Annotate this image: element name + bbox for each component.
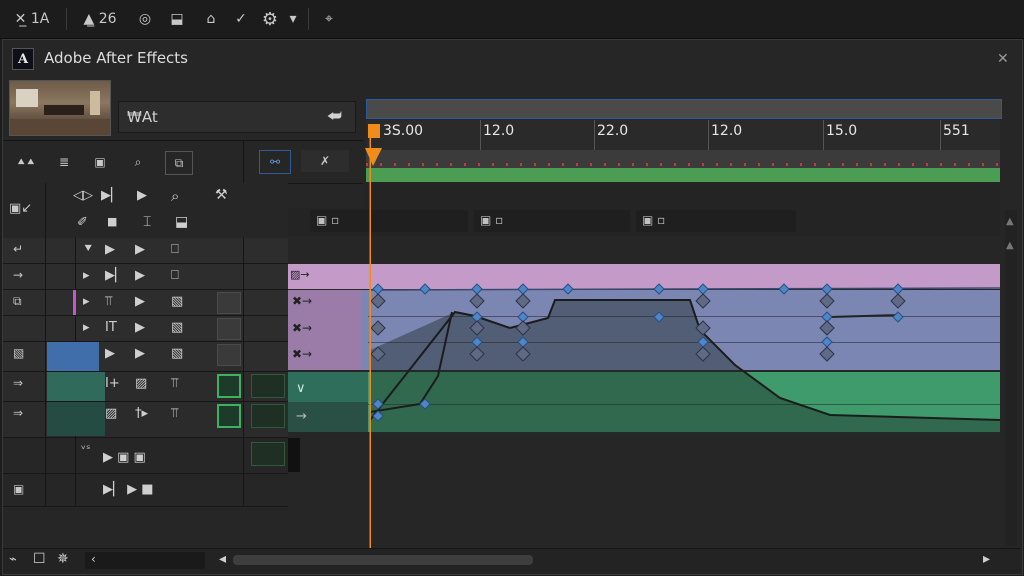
- value-line: [369, 287, 1001, 291]
- horizontal-scrollbar[interactable]: [233, 555, 533, 565]
- keyframe-icon[interactable]: [471, 283, 483, 295]
- playhead-head-icon[interactable]: [365, 148, 382, 166]
- keyframe-icon[interactable]: [562, 283, 574, 295]
- keyframe-icon[interactable]: [778, 283, 790, 295]
- keyframe-icon[interactable]: [469, 293, 485, 309]
- keyframe-icon[interactable]: [819, 293, 835, 309]
- keyframe-icon[interactable]: [821, 283, 833, 295]
- scroll-right-icon[interactable]: ▸: [983, 551, 990, 567]
- bottom-bar: ⌁ ☐ ✵ ‹ ◂ ▸: [3, 548, 1020, 573]
- playhead-marker[interactable]: [368, 124, 380, 138]
- bottom-field[interactable]: ‹: [85, 552, 205, 569]
- value-segment: [829, 314, 901, 318]
- keyframe-icon[interactable]: [892, 311, 904, 323]
- keyframe-icon[interactable]: [419, 283, 431, 295]
- keyframe-icon[interactable]: [695, 293, 711, 309]
- keyframe-icon[interactable]: [517, 283, 529, 295]
- playhead[interactable]: [365, 124, 382, 550]
- graph-editor-overlay: [365, 124, 1001, 550]
- keyframe-icon[interactable]: [821, 336, 833, 348]
- speed-graph-fill: [369, 287, 1001, 436]
- keyframe-icon[interactable]: [372, 283, 384, 295]
- bottom-icon[interactable]: ⌁: [9, 552, 17, 567]
- keyframe-icon[interactable]: [697, 283, 709, 295]
- keyframe-icon[interactable]: [653, 283, 665, 295]
- keyframe-icon[interactable]: [819, 320, 835, 336]
- keyframe-icon[interactable]: [370, 293, 386, 309]
- bottom-icon[interactable]: ☐: [33, 551, 46, 567]
- keyframe-icon[interactable]: [370, 320, 386, 336]
- playhead-line: [369, 138, 371, 550]
- scroll-left-icon[interactable]: ◂: [219, 551, 226, 567]
- keyframe-icon[interactable]: [890, 293, 906, 309]
- keyframe-icon[interactable]: [892, 283, 904, 295]
- bottom-icon[interactable]: ✵: [57, 551, 69, 567]
- keyframe-icon[interactable]: [819, 346, 835, 362]
- graph-shadow: [370, 300, 1000, 436]
- keyframe-icon[interactable]: [515, 293, 531, 309]
